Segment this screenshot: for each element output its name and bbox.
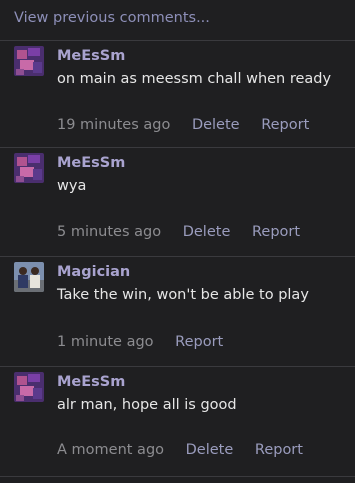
divider <box>0 476 355 477</box>
delete-button[interactable]: Delete <box>183 224 231 240</box>
comments-panel: View previous comments... MeEsSm on main… <box>0 0 355 483</box>
comment-timestamp: 1 minute ago <box>57 334 154 350</box>
report-button[interactable]: Report <box>175 334 223 350</box>
comment-meta: A moment ago Delete Report <box>57 442 320 458</box>
delete-button[interactable]: Delete <box>192 117 240 133</box>
avatar[interactable] <box>14 372 44 402</box>
comment-text: alr man, hope all is good <box>57 397 237 413</box>
report-button[interactable]: Report <box>261 117 309 133</box>
report-button[interactable]: Report <box>252 224 300 240</box>
comment-author[interactable]: MeEsSm <box>57 48 125 64</box>
delete-button[interactable]: Delete <box>186 442 234 458</box>
avatar[interactable] <box>14 262 44 292</box>
comment-timestamp: 5 minutes ago <box>57 224 162 240</box>
report-button[interactable]: Report <box>255 442 303 458</box>
comment-meta: 5 minutes ago Delete Report <box>57 224 317 240</box>
comment-author[interactable]: MeEsSm <box>57 155 125 171</box>
comment-item: Magician Take the win, won't be able to … <box>0 256 355 367</box>
avatar[interactable] <box>14 153 44 183</box>
comment-item: MeEsSm wya 5 minutes ago Delete Report <box>0 147 355 255</box>
comment-timestamp: 19 minutes ago <box>57 117 171 133</box>
comment-text: on main as meessm chall when ready <box>57 71 332 87</box>
comment-author[interactable]: Magician <box>57 264 130 280</box>
comment-author[interactable]: MeEsSm <box>57 374 125 390</box>
comment-item: MeEsSm on main as meessm chall when read… <box>0 40 355 148</box>
comment-meta: 1 minute ago Report <box>57 334 240 350</box>
avatar[interactable] <box>14 46 44 76</box>
comment-text: wya <box>57 178 87 194</box>
comment-timestamp: A moment ago <box>57 442 165 458</box>
comment-meta: 19 minutes ago Delete Report <box>57 117 326 133</box>
comment-item: MeEsSm alr man, hope all is good A momen… <box>0 366 355 477</box>
view-previous-comments-link[interactable]: View previous comments... <box>14 10 210 26</box>
comment-text: Take the win, won't be able to play <box>57 287 309 303</box>
